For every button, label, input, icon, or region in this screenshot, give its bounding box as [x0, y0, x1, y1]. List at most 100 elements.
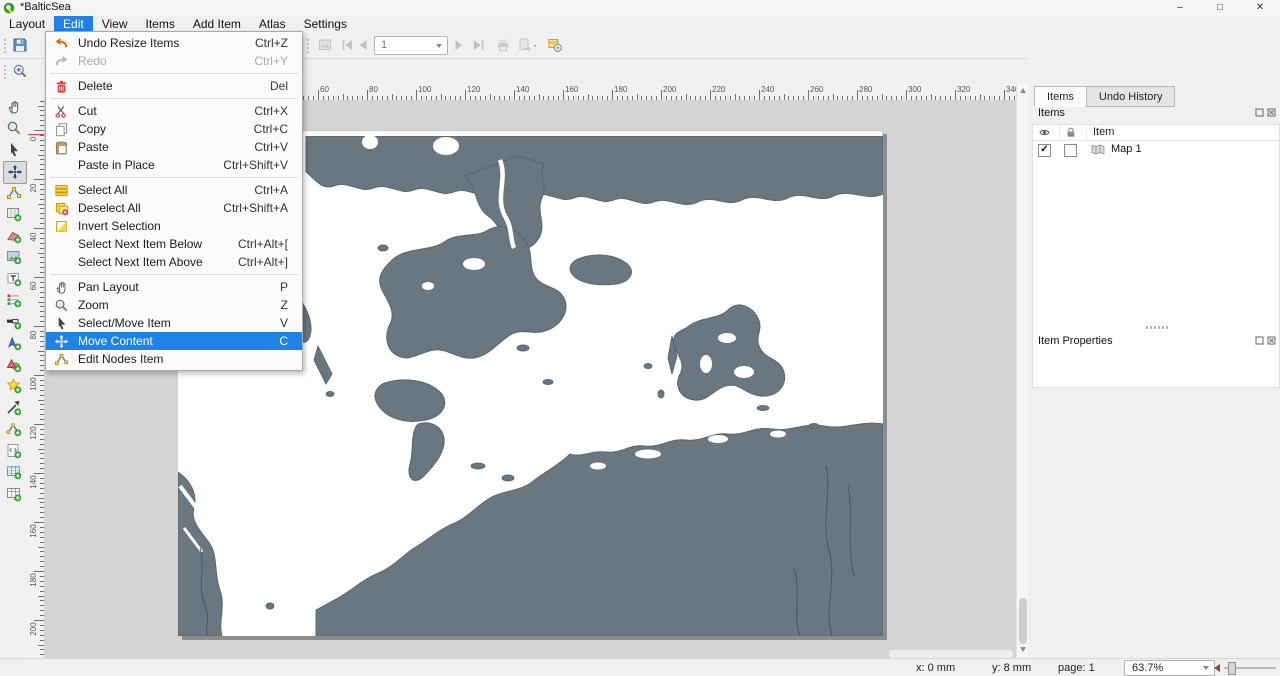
export-atlas-dropdown-icon[interactable] [534, 45, 536, 47]
add-arrow-tool-button[interactable] [3, 397, 25, 418]
export-atlas-button[interactable] [514, 34, 536, 56]
add-3d-map-tool-button[interactable] [3, 225, 25, 246]
deselect-all-menu-item[interactable]: Deselect AllCtrl+Shift+A [46, 199, 302, 217]
lock-column-lock-icon [1065, 126, 1077, 142]
close-panel-icon[interactable] [1267, 108, 1276, 120]
menu-item-shortcut: Ctrl+Shift+V [223, 158, 300, 172]
lock-checkbox[interactable] [1064, 144, 1077, 157]
add-map-tool-button[interactable] [3, 204, 25, 225]
atlas-toolbar-grip[interactable] [306, 37, 311, 54]
select-move-tool-button[interactable] [3, 139, 25, 160]
scroll-up-icon[interactable] [1020, 88, 1026, 93]
menu-item-shortcut: P [280, 280, 300, 294]
atlas-page-combobox[interactable]: 1 [374, 36, 448, 55]
add-north-arrow-tool-button[interactable] [3, 333, 25, 354]
add-legend-tool-button[interactable] [3, 290, 25, 311]
minimize-button[interactable]: – [1160, 0, 1200, 16]
menu-item-label: Invert Selection [70, 219, 288, 233]
atlas-previous-feature-button[interactable] [352, 34, 374, 56]
select-next-item-above-menu-item[interactable]: Select Next Item AboveCtrl+Alt+] [46, 253, 302, 271]
copy-menu-item[interactable]: CopyCtrl+C [46, 120, 302, 138]
atlas-preview-button[interactable] [314, 34, 336, 56]
menu-item-settings[interactable]: Settings [295, 16, 356, 33]
zoom-slider-handle[interactable] [1228, 662, 1236, 675]
add-attribute-table-tool-button[interactable] [3, 462, 25, 483]
cut-icon [52, 103, 70, 119]
undo-resize-items-menu-item[interactable]: Undo Resize ItemsCtrl+Z [46, 34, 302, 52]
toolbar-grip[interactable] [3, 37, 8, 54]
tab-items[interactable]: Items [1034, 86, 1087, 107]
cut-menu-item[interactable]: CutCtrl+X [46, 102, 302, 120]
atlas-next-feature-button[interactable] [448, 34, 470, 56]
add-fixed-table-tool-button[interactable] [3, 483, 25, 504]
print-atlas-button[interactable] [492, 34, 514, 56]
add-marker-tool-button[interactable] [3, 376, 25, 397]
zoom-in-button[interactable] [9, 60, 31, 82]
tab-undo-history[interactable]: Undo History [1086, 86, 1176, 107]
add-picture-tool-button[interactable] [3, 247, 25, 268]
ruler-label: 180 [614, 85, 627, 94]
menu-item-label: Select Next Item Below [70, 237, 238, 251]
select-all-menu-item[interactable]: Select AllCtrl+A [46, 181, 302, 199]
add-html-tool-button[interactable] [3, 440, 25, 461]
add-label-tool-button[interactable] [3, 268, 25, 289]
toolbar-grip[interactable] [3, 63, 8, 80]
close-panel-icon[interactable] [1267, 336, 1276, 348]
menu-item-shortcut: Ctrl+Y [254, 54, 300, 68]
zoom-level-value: 63.7% [1132, 662, 1163, 674]
menu-separator [50, 73, 298, 74]
ruler-label: 300 [908, 85, 921, 94]
visibility-checkbox[interactable]: ✓ [1038, 144, 1051, 157]
paste-menu-item[interactable]: PasteCtrl+V [46, 138, 302, 156]
edit-nodes-tool-button[interactable] [3, 182, 25, 203]
add-shape-tool-button[interactable] [3, 354, 25, 375]
paste-icon [52, 139, 70, 155]
atlas-last-feature-button[interactable] [468, 34, 490, 56]
select-move-item-menu-item[interactable]: Select/Move ItemV [46, 314, 302, 332]
map-item-icon [1091, 144, 1105, 155]
items-panel-title: Items [1038, 107, 1065, 119]
pan-layout-menu-item[interactable]: Pan LayoutP [46, 278, 302, 296]
menu-item-label: Select Next Item Above [70, 255, 238, 269]
invert-selection-icon [52, 218, 70, 234]
vertical-scrollbar-thumb[interactable] [1019, 598, 1027, 644]
edit-nodes-item-menu-item[interactable]: Edit Nodes Item [46, 350, 302, 368]
item-properties-panel-title: Item Properties [1038, 335, 1113, 347]
zoom-icon [52, 297, 70, 313]
invert-selection-menu-item[interactable]: Invert Selection [46, 217, 302, 235]
ruler-label: 120 [467, 85, 480, 94]
save-button[interactable] [9, 34, 31, 56]
add-node-item-tool-button[interactable] [3, 419, 25, 440]
close-button[interactable]: ✕ [1240, 0, 1280, 16]
paste-in-place-menu-item[interactable]: Paste in PlaceCtrl+Shift+V [46, 156, 302, 174]
pan-layout-tool-button[interactable] [3, 96, 25, 117]
zoom-tool-button[interactable] [3, 118, 25, 139]
ruler-label: 280 [859, 85, 872, 94]
menu-item-label: Deselect All [70, 201, 223, 215]
zoom-out-icon [1214, 664, 1220, 672]
menu-item-label: Paste in Place [70, 158, 223, 172]
chevron-down-icon [436, 44, 442, 48]
float-panel-icon[interactable] [1255, 336, 1264, 348]
add-scalebar-tool-button[interactable] [3, 311, 25, 332]
zoom-slider[interactable] [1214, 659, 1276, 676]
select-next-item-below-menu-item[interactable]: Select Next Item BelowCtrl+Alt+[ [46, 235, 302, 253]
panel-splitter[interactable] [1146, 326, 1170, 329]
move-content-menu-item[interactable]: Move ContentC [46, 332, 302, 350]
copy-icon [52, 121, 70, 137]
delete-icon [52, 78, 70, 94]
maximize-button[interactable]: □ [1200, 0, 1240, 16]
ruler-label: 80 [369, 85, 378, 94]
menu-item-shortcut: Ctrl+Z [255, 36, 300, 50]
move-content-icon [52, 333, 70, 349]
item-row[interactable]: ✓Map 1 [1033, 141, 1279, 158]
redo-menu-item[interactable]: RedoCtrl+Y [46, 52, 302, 70]
menu-item-label: Cut [70, 104, 254, 118]
zoom-level-combobox[interactable]: 63.7% [1124, 660, 1215, 676]
float-panel-icon[interactable] [1255, 108, 1264, 120]
scroll-down-icon[interactable] [1020, 647, 1026, 652]
move-content-tool-button[interactable] [3, 161, 27, 184]
delete-menu-item[interactable]: DeleteDel [46, 77, 302, 95]
atlas-settings-button[interactable] [544, 34, 566, 56]
zoom-menu-item[interactable]: ZoomZ [46, 296, 302, 314]
